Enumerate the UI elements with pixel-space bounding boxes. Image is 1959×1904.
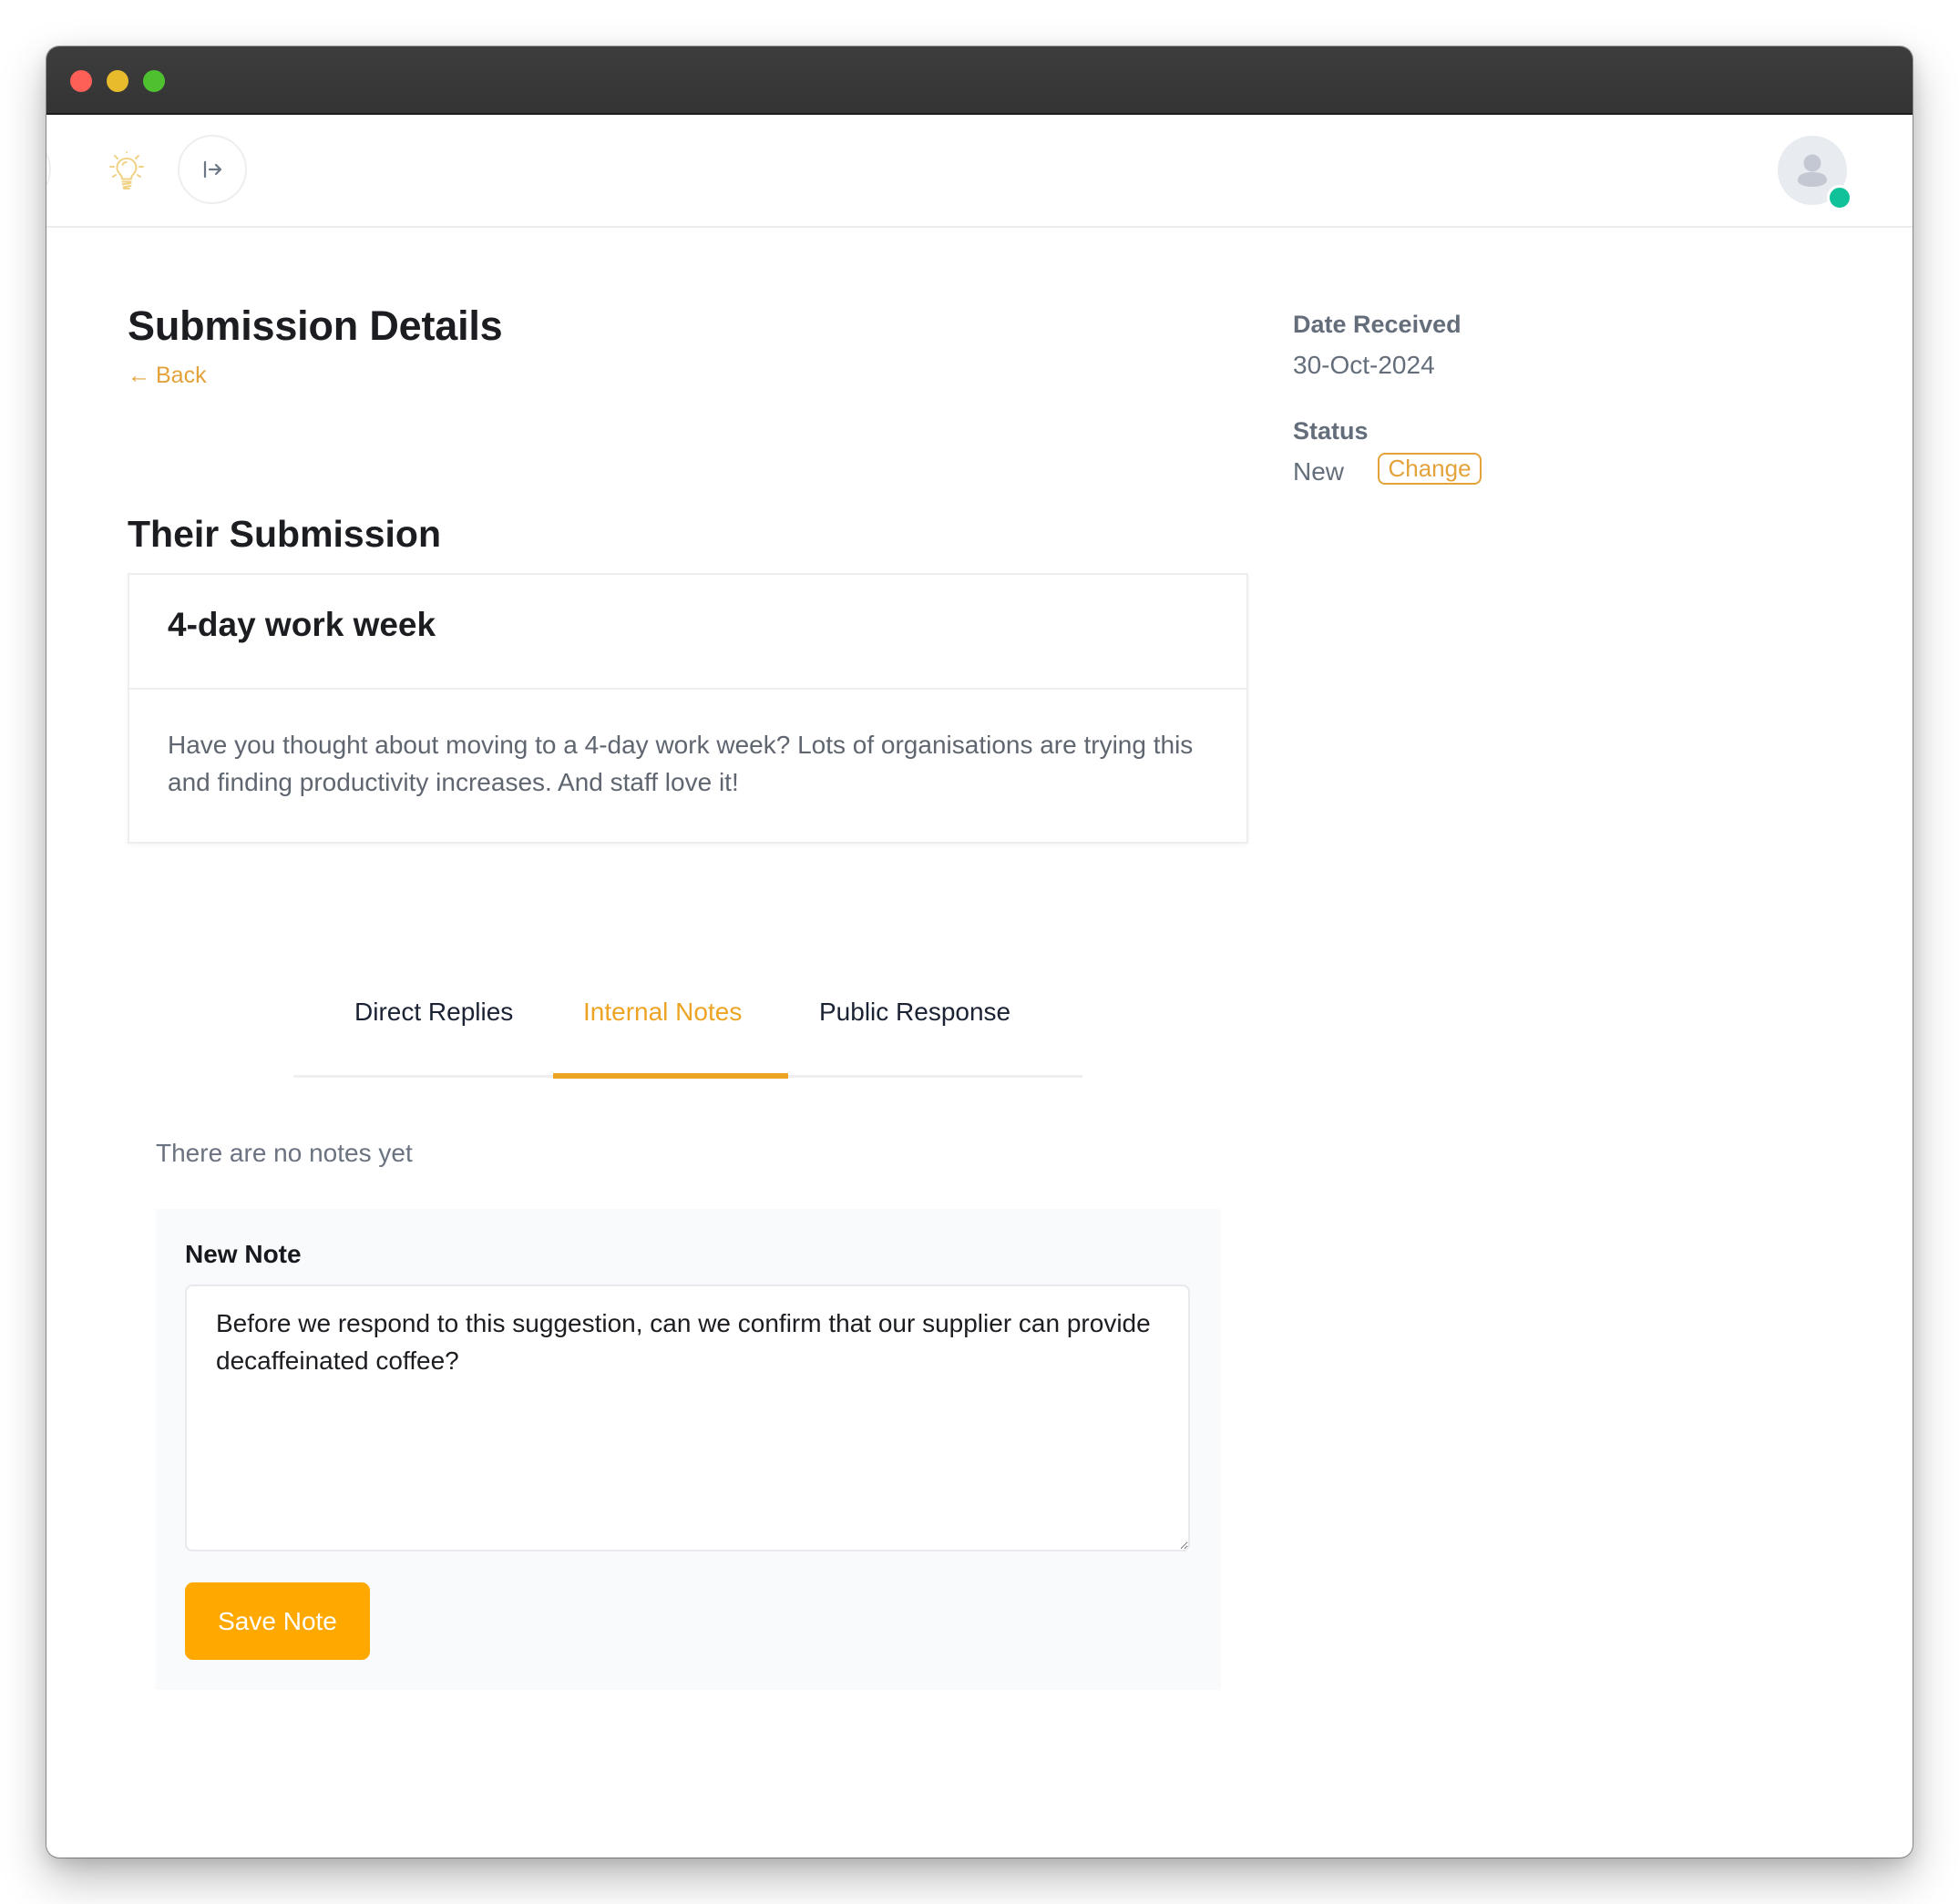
change-status-button[interactable]: Change <box>1378 453 1482 485</box>
page-title: Submission Details <box>128 302 503 349</box>
back-link[interactable]: ← Back <box>128 363 207 389</box>
no-notes-message: There are no notes yet <box>156 1139 413 1167</box>
submission-title: 4-day work week <box>168 606 436 643</box>
arrow-left-icon: ← <box>128 363 150 388</box>
lightbulb-icon <box>106 149 148 191</box>
active-tab-indicator <box>553 1073 788 1079</box>
response-tabs: Direct Replies Internal Notes Public Res… <box>293 976 1082 1079</box>
new-note-textarea[interactable]: Before we respond to this suggestion, ca… <box>185 1285 1190 1551</box>
sidebar-expand-arrow-icon <box>203 160 222 179</box>
zoom-window-button[interactable] <box>143 70 165 92</box>
tab-direct-replies[interactable]: Direct Replies <box>354 998 513 1027</box>
date-received-label: Date Received <box>1293 311 1462 338</box>
back-link-label: Back <box>156 363 207 388</box>
submission-section-title: Their Submission <box>128 513 441 555</box>
status-value: New <box>1293 457 1345 486</box>
minimize-window-button[interactable] <box>107 70 128 92</box>
save-note-button[interactable]: Save Note <box>185 1582 370 1660</box>
date-received-value: 30-Oct-2024 <box>1293 351 1435 379</box>
close-window-button[interactable] <box>70 70 92 92</box>
status-label: Status <box>1293 417 1369 445</box>
tab-internal-notes[interactable]: Internal Notes <box>583 998 742 1027</box>
tab-public-response[interactable]: Public Response <box>819 998 1010 1027</box>
app-header <box>46 115 1913 228</box>
new-note-panel: New Note Before we respond to this sugge… <box>156 1209 1221 1690</box>
user-avatar[interactable] <box>1778 136 1852 210</box>
app-window: Submission Details ← Back Date Received 3… <box>46 46 1913 1858</box>
window-titlebar <box>46 46 1913 115</box>
submission-card: 4-day work week Have you thought about m… <box>128 573 1248 844</box>
expand-sidebar-button[interactable] <box>178 135 247 204</box>
new-note-label: New Note <box>185 1240 302 1268</box>
offscreen-sidebar-button[interactable] <box>46 135 51 204</box>
submission-card-header: 4-day work week <box>129 575 1246 690</box>
online-status-dot <box>1827 185 1852 210</box>
submission-body: Have you thought about moving to a 4-day… <box>168 731 1194 796</box>
